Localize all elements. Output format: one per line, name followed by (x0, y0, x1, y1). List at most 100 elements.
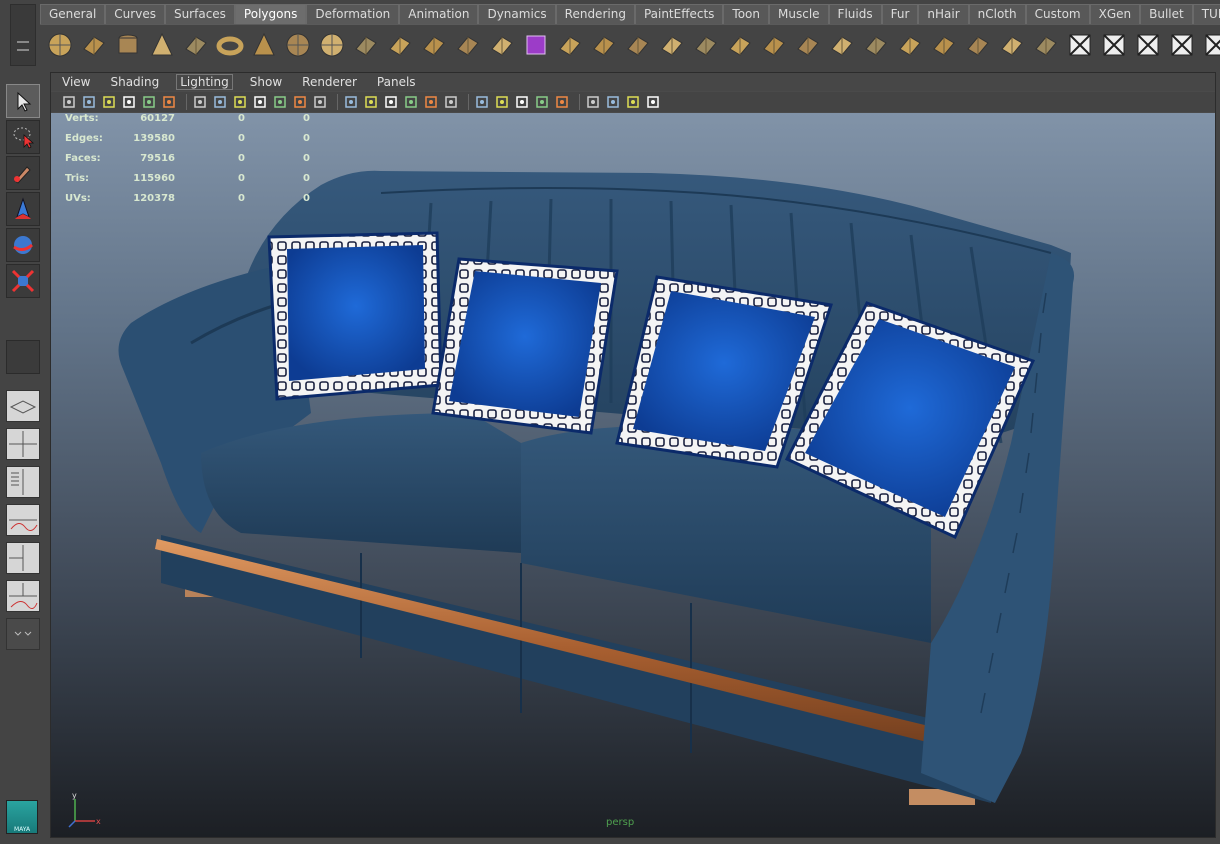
cylindrical-mapping-icon[interactable] (1100, 31, 1128, 59)
xray-active-icon[interactable] (625, 94, 641, 110)
select-camera-icon[interactable] (61, 94, 77, 110)
shelf-tab-turtle[interactable]: TURTLE (1192, 4, 1220, 24)
shelf-tab-rendering[interactable]: Rendering (555, 4, 635, 24)
xray-joints-icon[interactable] (605, 94, 621, 110)
shelf-tab-polygons[interactable]: Polygons (234, 4, 307, 24)
poly-pyramid-icon[interactable] (250, 31, 278, 59)
uv-texture-editor-icon[interactable] (1202, 31, 1220, 59)
subdivide-icon[interactable] (828, 31, 856, 59)
panel-menu-shading[interactable]: Shading (107, 75, 162, 89)
separate-icon[interactable] (386, 31, 414, 59)
poly-cylinder-icon[interactable] (114, 31, 142, 59)
wireframe-icon[interactable] (343, 94, 359, 110)
panel-menu-lighting[interactable]: Lighting (176, 74, 233, 90)
move-tool-icon[interactable] (6, 192, 40, 226)
persp-outliner-layout[interactable] (6, 466, 40, 498)
shelf-tab-curves[interactable]: Curves (105, 4, 165, 24)
append-polygon-icon[interactable] (624, 31, 652, 59)
scale-tool-icon[interactable] (6, 264, 40, 298)
fill-hole-icon[interactable] (658, 31, 686, 59)
boolean-icon[interactable] (522, 31, 550, 59)
mirror-geometry-icon[interactable] (488, 31, 516, 59)
shelf-tab-toon[interactable]: Toon (723, 4, 770, 24)
shelf-tab-dynamics[interactable]: Dynamics (478, 4, 556, 24)
planar-mapping-icon[interactable] (1066, 31, 1094, 59)
shelf-tab-bullet[interactable]: Bullet (1140, 4, 1193, 24)
shelf-tab-ncloth[interactable]: nCloth (968, 4, 1026, 24)
paint-select-tool-icon[interactable] (6, 156, 40, 190)
last-tool-slot[interactable] (6, 340, 40, 374)
motion-blur-icon[interactable] (514, 94, 530, 110)
shelf-tab-deformation[interactable]: Deformation (306, 4, 400, 24)
screen-space-ao-icon[interactable] (494, 94, 510, 110)
shelf-tab-fluids[interactable]: Fluids (828, 4, 882, 24)
poly-cube-icon[interactable] (80, 31, 108, 59)
combine-icon[interactable] (352, 31, 380, 59)
shelf-tab-fur[interactable]: Fur (881, 4, 919, 24)
single-perspective-layout[interactable] (6, 390, 40, 422)
shelf-collapse-strip[interactable] (10, 4, 36, 66)
automatic-mapping-icon[interactable] (1168, 31, 1196, 59)
gate-mask-icon[interactable] (252, 94, 268, 110)
shelf-tab-painteffects[interactable]: PaintEffects (634, 4, 724, 24)
extract-icon[interactable] (420, 31, 448, 59)
pillow[interactable] (267, 231, 443, 401)
persp-graph-layout[interactable] (6, 504, 40, 536)
shelf-tab-animation[interactable]: Animation (399, 4, 479, 24)
rotate-tool-icon[interactable] (6, 228, 40, 262)
smooth-shade-icon[interactable] (363, 94, 379, 110)
use-all-lights-icon[interactable] (443, 94, 459, 110)
cut-faces-icon[interactable] (692, 31, 720, 59)
bookmark-icon[interactable] (101, 94, 117, 110)
collapse-toggle[interactable] (6, 618, 40, 650)
safe-title-icon[interactable] (312, 94, 328, 110)
grease-pencil-icon[interactable] (161, 94, 177, 110)
shelf-tab-muscle[interactable]: Muscle (769, 4, 829, 24)
image-plane-icon[interactable] (121, 94, 137, 110)
four-view-layout[interactable] (6, 428, 40, 460)
perspective-viewport[interactable]: Verts: 60127 0 0 Edges: 139580 0 0 Faces: 79516 0 0… (51, 113, 1215, 837)
hypershade-layout[interactable] (6, 542, 40, 574)
shelf-tab-general[interactable]: General (40, 4, 106, 24)
poly-soccer-ball-icon[interactable] (318, 31, 346, 59)
bevel-icon[interactable] (896, 31, 924, 59)
shelf-tab-custom[interactable]: Custom (1025, 4, 1090, 24)
poly-torus-icon[interactable] (216, 31, 244, 59)
textured-icon[interactable] (423, 94, 439, 110)
bridge-icon[interactable] (590, 31, 618, 59)
film-gate-icon[interactable] (212, 94, 228, 110)
extrude-icon[interactable] (556, 31, 584, 59)
select-tool-icon[interactable] (6, 84, 40, 118)
poly-pipe-icon[interactable] (284, 31, 312, 59)
resolution-gate-icon[interactable] (232, 94, 248, 110)
grid-icon[interactable] (192, 94, 208, 110)
panel-menu-renderer[interactable]: Renderer (299, 75, 360, 89)
camera-attributes-icon[interactable] (81, 94, 97, 110)
split-polygon-icon[interactable] (726, 31, 754, 59)
xray-icon[interactable] (403, 94, 419, 110)
offset-edge-loop-icon[interactable] (794, 31, 822, 59)
shelf-tab-nhair[interactable]: nHair (918, 4, 969, 24)
sculpt-geometry-icon[interactable] (1032, 31, 1060, 59)
shelf-tab-surfaces[interactable]: Surfaces (164, 4, 235, 24)
backface-culling-icon[interactable] (645, 94, 661, 110)
panel-menu-view[interactable]: View (59, 75, 93, 89)
panel-menu-panels[interactable]: Panels (374, 75, 419, 89)
poke-icon[interactable] (930, 31, 958, 59)
field-chart-icon[interactable] (272, 94, 288, 110)
poly-cone-icon[interactable] (148, 31, 176, 59)
duplicate-face-icon[interactable] (998, 31, 1026, 59)
wireframe-on-shaded-icon[interactable] (383, 94, 399, 110)
anti-aliasing-icon[interactable] (534, 94, 550, 110)
wedge-icon[interactable] (964, 31, 992, 59)
spherical-mapping-icon[interactable] (1134, 31, 1162, 59)
lasso-tool-icon[interactable] (6, 120, 40, 154)
pillow[interactable] (431, 257, 619, 435)
poly-sphere-icon[interactable] (46, 31, 74, 59)
insert-edge-loop-icon[interactable] (760, 31, 788, 59)
2d-pan-zoom-icon[interactable] (141, 94, 157, 110)
sofa-model[interactable] (51, 113, 1215, 837)
outliner-persp-graph-layout[interactable] (6, 580, 40, 612)
smooth-icon[interactable] (454, 31, 482, 59)
depth-of-field-icon[interactable] (554, 94, 570, 110)
